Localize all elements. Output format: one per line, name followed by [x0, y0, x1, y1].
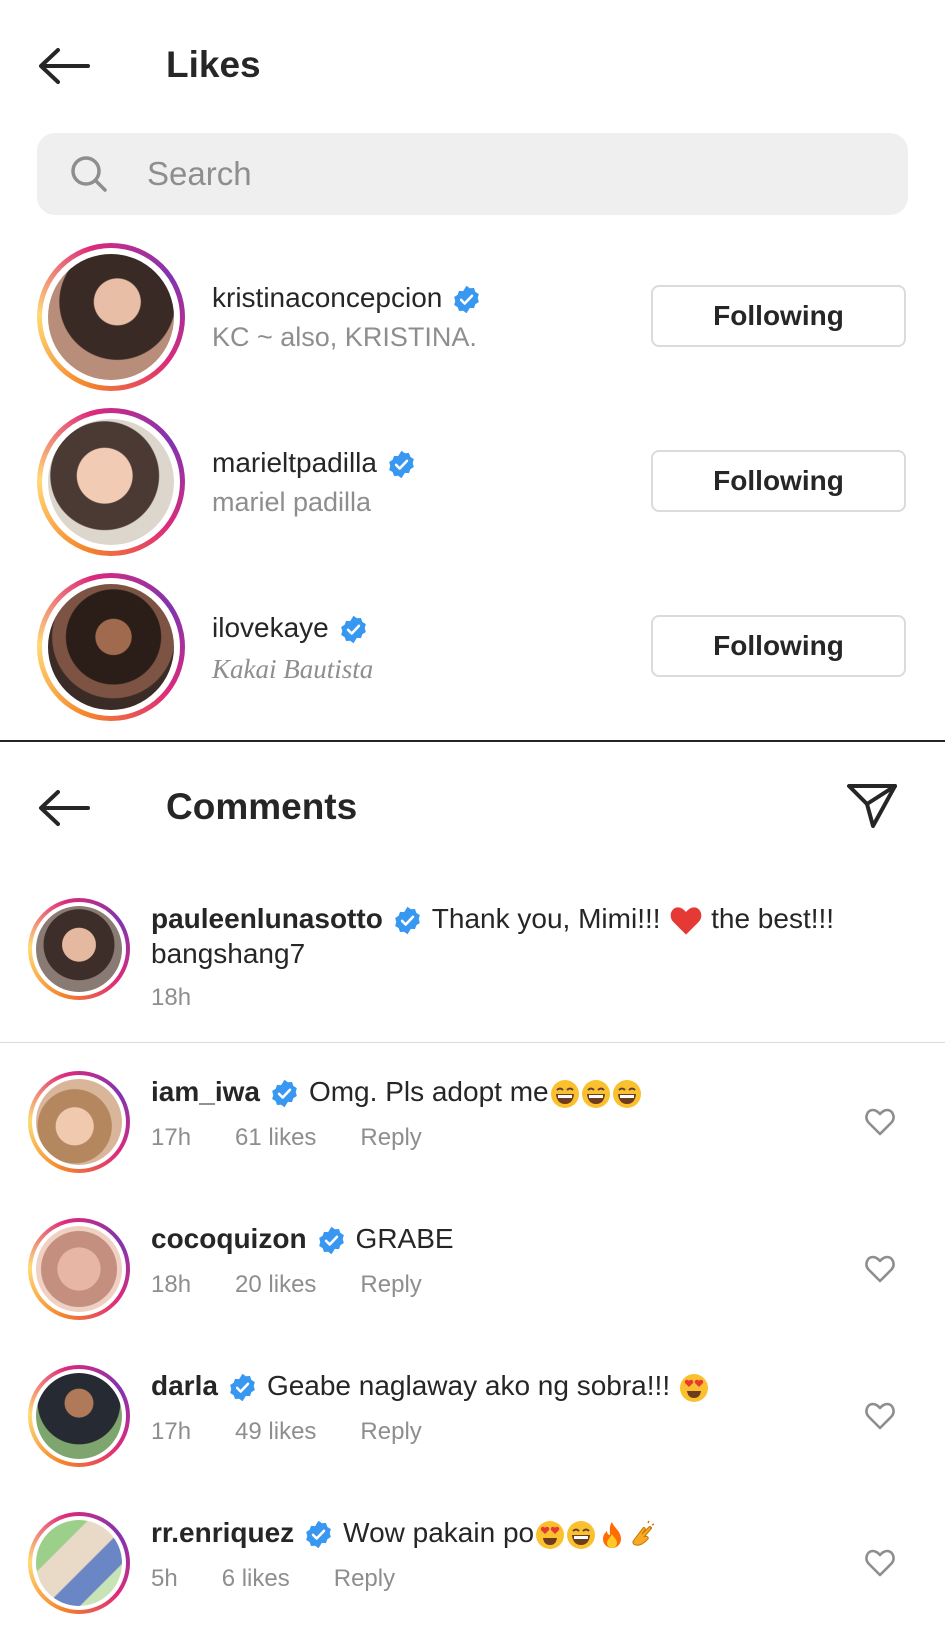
post-caption: pauleenlunasotto Thank you, Mimi!!! the b…	[0, 895, 945, 1035]
avatar-ring	[37, 573, 185, 721]
list-item[interactable]: kristinaconcepcion KC ~ also, KRISTINA. …	[0, 240, 945, 395]
full-name: KC ~ also, KRISTINA.	[212, 322, 477, 352]
avatar[interactable]	[36, 1520, 122, 1606]
avatar-ring	[28, 898, 130, 1000]
list-item[interactable]: ilovekaye Kakai Bautista Following	[0, 570, 945, 725]
username[interactable]: darla	[151, 1370, 218, 1401]
avatar[interactable]	[36, 1079, 122, 1165]
comment-meta: 17h 61 likes Reply	[151, 1124, 466, 1152]
reply-button[interactable]: Reply	[360, 1418, 421, 1445]
username[interactable]: iam_iwa	[151, 1076, 260, 1107]
clapping-hands-emoji-icon	[628, 1520, 658, 1550]
laughing-emoji-icon	[566, 1520, 596, 1550]
verified-badge-icon	[393, 906, 422, 935]
avatar-ring	[28, 1512, 130, 1614]
likes-count[interactable]: 49 likes	[235, 1418, 316, 1445]
verified-badge-icon	[339, 615, 368, 644]
verified-badge-icon	[452, 285, 481, 314]
verified-badge-icon	[317, 1226, 346, 1255]
username[interactable]: ilovekaye	[212, 612, 368, 644]
comment-item: cocoquizon GRABE 18h 20 likes Reply	[0, 1215, 945, 1345]
avatar-ring	[37, 243, 185, 391]
search-placeholder: Search	[147, 155, 252, 192]
heart-icon[interactable]	[864, 1401, 896, 1431]
verified-badge-icon	[387, 450, 416, 479]
comment-text: darla Geabe naglaway ako ng sobra!!!	[151, 1370, 709, 1403]
heart-icon[interactable]	[864, 1107, 896, 1137]
back-arrow-icon	[39, 48, 90, 84]
likes-count[interactable]: 61 likes	[235, 1124, 316, 1151]
page-title: Comments	[166, 786, 358, 827]
heart-icon[interactable]	[864, 1548, 896, 1578]
avatar[interactable]	[48, 419, 174, 545]
comment-meta: 18h 20 likes Reply	[151, 1271, 466, 1299]
following-button[interactable]: Following	[651, 615, 906, 677]
timestamp: 18h	[151, 1271, 192, 1298]
verified-badge-icon	[304, 1520, 333, 1549]
avatar-ring	[28, 1365, 130, 1467]
avatar[interactable]	[48, 254, 174, 380]
comment-text: iam_iwa Omg. Pls adopt me	[151, 1076, 642, 1109]
comment-text: cocoquizon GRABE	[151, 1223, 454, 1255]
likes-count[interactable]: 6 likes	[222, 1565, 290, 1592]
verified-badge-icon	[228, 1373, 257, 1402]
avatar-ring	[28, 1071, 130, 1173]
fire-emoji-icon	[597, 1520, 627, 1550]
heart-icon[interactable]	[864, 1254, 896, 1284]
search-input[interactable]: Search	[37, 133, 908, 215]
rofl-emoji-icon	[581, 1079, 611, 1109]
search-icon	[71, 156, 107, 192]
reply-button[interactable]: Reply	[360, 1271, 421, 1298]
heart-eyes-emoji-icon	[679, 1373, 709, 1403]
page-title: Likes	[166, 44, 261, 85]
avatar[interactable]	[36, 906, 122, 992]
comments-back-button[interactable]	[36, 788, 92, 833]
red-heart-icon	[669, 904, 703, 938]
laughing-emoji-icon	[612, 1079, 642, 1109]
send-icon	[847, 784, 897, 828]
comment-item: darla Geabe naglaway ako ng sobra!!! 17h 4…	[0, 1362, 945, 1492]
divider	[0, 740, 945, 742]
timestamp: 18h	[151, 984, 192, 1011]
avatar[interactable]	[36, 1226, 122, 1312]
comment-meta: 17h 49 likes Reply	[151, 1418, 466, 1446]
username[interactable]: rr.enriquez	[151, 1517, 294, 1548]
username[interactable]: cocoquizon	[151, 1223, 307, 1254]
following-button[interactable]: Following	[651, 450, 906, 512]
username[interactable]: marieltpadilla	[212, 447, 416, 479]
avatar[interactable]	[48, 584, 174, 710]
back-arrow-icon	[39, 790, 90, 826]
timestamp: 17h	[151, 1124, 192, 1151]
mention-link[interactable]: bangshang7	[151, 938, 305, 970]
heart-eyes-emoji-icon	[535, 1520, 565, 1550]
avatar-ring	[28, 1218, 130, 1320]
comment-item: rr.enriquez Wow pakain po 5h 6 likes Reply	[0, 1509, 945, 1639]
full-name: mariel padilla	[212, 487, 372, 517]
list-item[interactable]: marieltpadilla mariel padilla Following	[0, 405, 945, 560]
username[interactable]: kristinaconcepcion	[212, 282, 481, 314]
divider	[0, 1042, 945, 1043]
comment-text: rr.enriquez Wow pakain po	[151, 1517, 658, 1550]
likes-count[interactable]: 20 likes	[235, 1271, 316, 1298]
laughing-emoji-icon	[550, 1079, 580, 1109]
timestamp: 17h	[151, 1418, 192, 1445]
following-button[interactable]: Following	[651, 285, 906, 347]
username[interactable]: pauleenlunasotto	[151, 903, 383, 934]
likes-back-button[interactable]	[36, 46, 92, 91]
full-name: Kakai Bautista	[212, 654, 374, 684]
timestamp: 5h	[151, 1565, 178, 1592]
comment-meta: 5h 6 likes Reply	[151, 1565, 439, 1593]
avatar-ring	[37, 408, 185, 556]
reply-button[interactable]: Reply	[360, 1124, 421, 1151]
share-button[interactable]	[846, 782, 898, 835]
verified-badge-icon	[270, 1079, 299, 1108]
caption-text: pauleenlunasotto Thank you, Mimi!!! the b…	[151, 903, 834, 938]
reply-button[interactable]: Reply	[334, 1565, 395, 1592]
comment-item: iam_iwa Omg. Pls adopt me 17h 61 likes Repl…	[0, 1068, 945, 1198]
avatar[interactable]	[36, 1373, 122, 1459]
